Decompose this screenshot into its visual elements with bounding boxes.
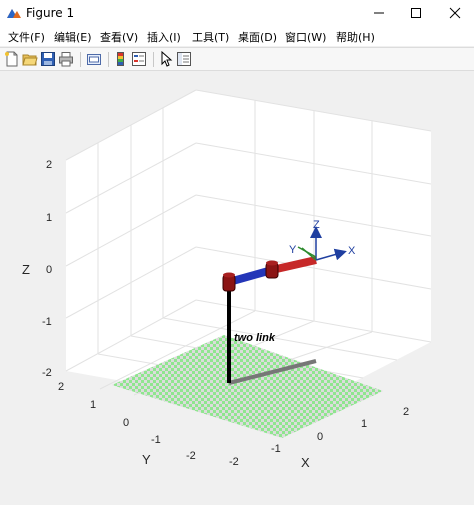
- menu-view[interactable]: 查看(V): [100, 29, 138, 45]
- colorbar-icon[interactable]: [113, 51, 129, 67]
- z-tick-label: -2: [42, 367, 52, 379]
- menu-bar: 文件(F) 编辑(E) 查看(V) 插入(I) 工具(T) 桌面(D) 窗口(W…: [0, 26, 474, 46]
- matlab-figure-icon: [6, 5, 22, 21]
- frame-y-label: Y: [289, 244, 297, 256]
- x-tick-label: 0: [317, 431, 323, 443]
- menu-desktop[interactable]: 桌面(D): [238, 29, 277, 45]
- menu-help[interactable]: 帮助(H): [336, 29, 375, 45]
- edit-plot-pointer-icon[interactable]: [158, 51, 174, 67]
- menu-insert[interactable]: 插入(I): [147, 29, 181, 45]
- robot-name-label: two link: [234, 332, 276, 344]
- toolbar-separator: [108, 52, 109, 67]
- y-tick-label: -2: [186, 450, 196, 462]
- robot-joint-2: [265, 260, 279, 279]
- menu-file[interactable]: 文件(F): [8, 29, 45, 45]
- menu-window[interactable]: 窗口(W): [285, 29, 326, 45]
- robot-joint-1: [222, 272, 236, 292]
- frame-x-label: X: [348, 245, 356, 257]
- robot-plot-3d[interactable]: Z X Y two link 2 1 0 -1 -2 -2 -1 0 1 2 2…: [0, 71, 474, 501]
- maximize-icon: [411, 8, 421, 18]
- property-inspector-icon[interactable]: [176, 51, 192, 67]
- z-tick-label: -1: [42, 316, 52, 328]
- y-axis-label: Y: [142, 452, 151, 467]
- menu-tools[interactable]: 工具(T): [192, 29, 229, 45]
- close-icon: [449, 7, 461, 19]
- frame-z-label: Z: [313, 219, 320, 231]
- x-tick-label: -2: [229, 456, 239, 468]
- minimize-icon: [374, 12, 384, 14]
- maximize-button[interactable]: [397, 0, 435, 26]
- minimize-button[interactable]: [360, 0, 398, 26]
- y-tick-label: 0: [123, 417, 129, 429]
- toolbar-separator: [80, 52, 81, 67]
- title-bar: Figure 1: [0, 0, 474, 27]
- close-button[interactable]: [436, 0, 474, 26]
- y-tick-label: 2: [58, 381, 64, 393]
- x-tick-label: 1: [361, 418, 367, 430]
- z-tick-label: 0: [46, 264, 52, 276]
- new-figure-icon[interactable]: [4, 51, 20, 67]
- z-tick-label: 2: [46, 159, 52, 171]
- menu-edit[interactable]: 编辑(E): [54, 29, 92, 45]
- save-icon[interactable]: [40, 51, 56, 67]
- y-tick-label: 1: [90, 399, 96, 411]
- open-file-icon[interactable]: [22, 51, 38, 67]
- figure-toolbar: [0, 47, 474, 71]
- toolbar-separator: [153, 52, 154, 67]
- z-tick-label: 1: [46, 212, 52, 224]
- window-title: Figure 1: [26, 6, 75, 20]
- x-axis-label: X: [301, 455, 310, 470]
- figure-canvas[interactable]: Z X Y two link 2 1 0 -1 -2 -2 -1 0 1 2 2…: [0, 71, 474, 501]
- y-tick-label: -1: [151, 434, 161, 446]
- x-tick-label: -1: [271, 443, 281, 455]
- link-plot-icon[interactable]: [86, 51, 102, 67]
- print-icon[interactable]: [58, 51, 74, 67]
- z-axis-label: Z: [22, 262, 30, 277]
- x-tick-label: 2: [403, 406, 409, 418]
- legend-icon[interactable]: [131, 51, 147, 67]
